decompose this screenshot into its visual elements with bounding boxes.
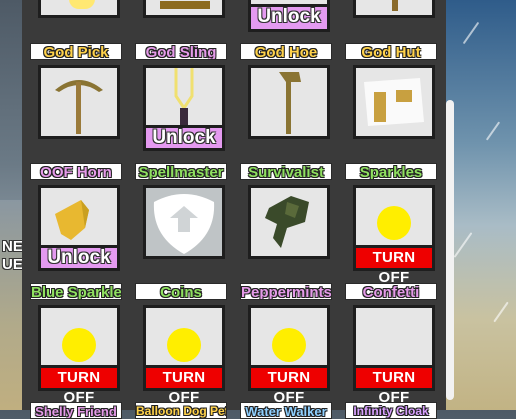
turn-off-button[interactable]: TURN OFF [248, 365, 330, 406]
turn-off-button[interactable]: TURN OFF [353, 365, 435, 406]
unlock-button[interactable]: Unlock [248, 4, 330, 32]
item-name: Water Walker [240, 402, 332, 419]
turn-off-button[interactable]: TURN OFF [143, 365, 225, 406]
item-image [353, 0, 435, 18]
item-name: Shelly Friend [30, 402, 122, 419]
turn-off-button[interactable]: TURN OFF [38, 365, 120, 406]
shop-panel: Unlock God Pick God Sling Unlock God Hoe [22, 0, 446, 419]
item-name: Balloon Dog Pet [135, 402, 227, 419]
item-name: God Sling [135, 43, 227, 60]
unlock-button[interactable]: Unlock [38, 245, 120, 271]
item-name: Survivalist [240, 163, 332, 180]
survivalist-plant-icon [248, 185, 330, 259]
item-name: Spellmaster [135, 163, 227, 180]
turn-off-button[interactable]: TURN OFF [353, 245, 435, 286]
item-name: God Pick [30, 43, 122, 60]
item-name: Sparkles [345, 163, 437, 180]
item-image [143, 0, 225, 18]
item-image [38, 0, 120, 18]
item-name: Peppermints [240, 283, 332, 300]
unlock-button[interactable]: Unlock [143, 125, 225, 151]
item-name: God Hoe [240, 43, 332, 60]
item-name: God Hut [345, 43, 437, 60]
hoe-icon [248, 65, 330, 139]
item-name: Confetti [345, 283, 437, 300]
hut-icon [353, 65, 435, 139]
pickaxe-icon [38, 65, 120, 139]
item-name: Blue Sparkles [30, 283, 122, 300]
item-name: Coins [135, 283, 227, 300]
scrollbar[interactable] [446, 100, 454, 400]
spellmaster-emblem-icon [143, 185, 225, 259]
item-name: OOF Horn [30, 163, 122, 180]
item-name: Infinity Cloak [345, 402, 437, 419]
